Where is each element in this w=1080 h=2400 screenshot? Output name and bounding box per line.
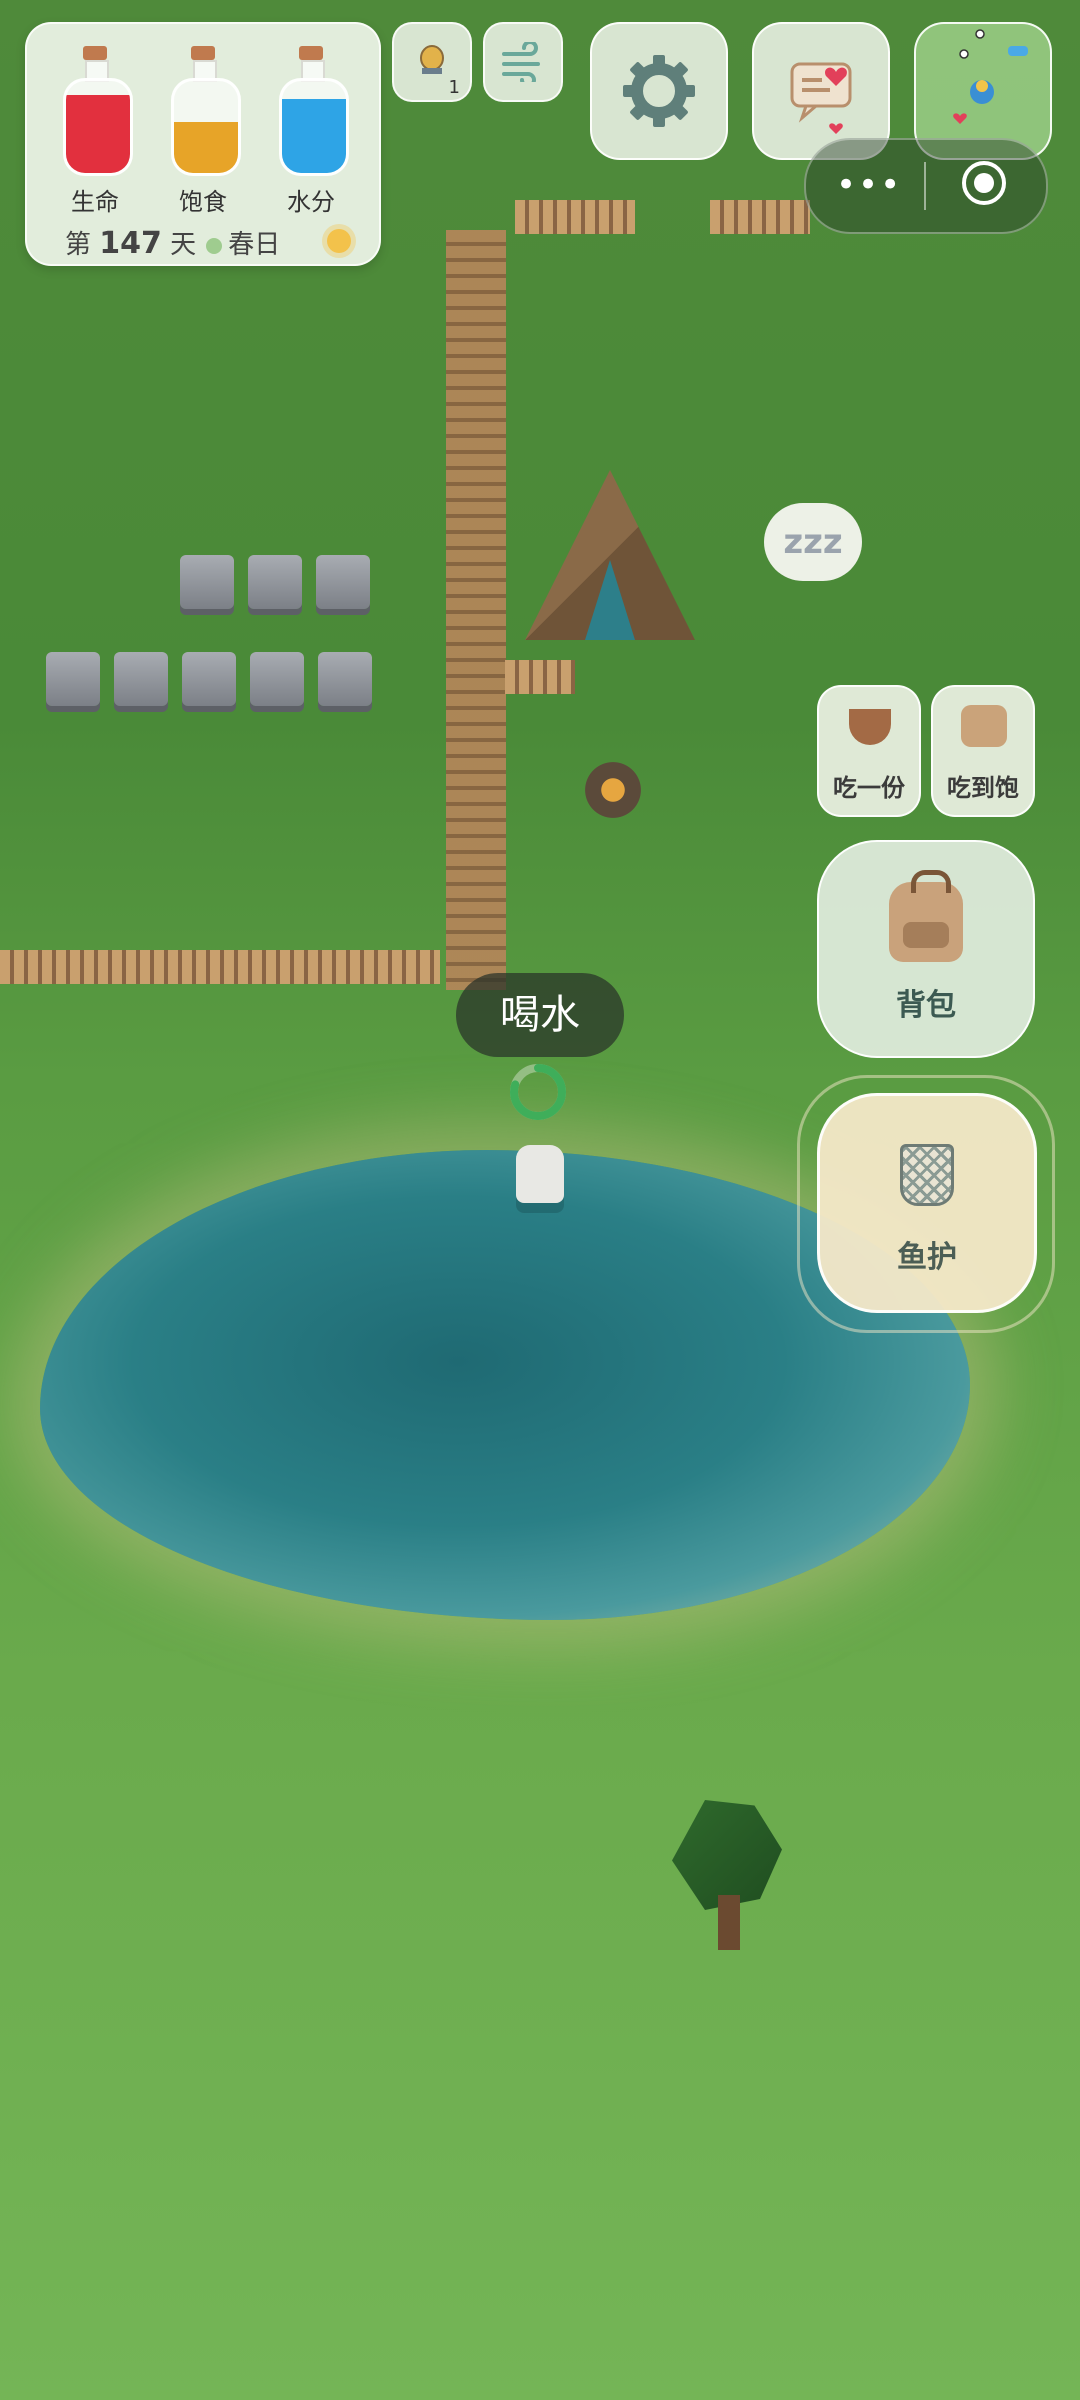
beehive-count: 1 [448, 77, 460, 98]
fish-basket-icon [900, 1144, 954, 1206]
sun-icon [327, 229, 351, 253]
mini-program-capsule: ••• [804, 138, 1048, 234]
tree[interactable] [672, 1800, 782, 1910]
wind-button[interactable] [483, 22, 563, 102]
crafting-station[interactable] [318, 652, 372, 706]
wind-icon [502, 42, 540, 82]
crafting-station[interactable] [114, 652, 168, 706]
eat-full-button[interactable]: 吃到饱 [931, 685, 1035, 817]
beehive-icon [420, 45, 444, 74]
health-label: 生命 [71, 188, 119, 216]
fence [505, 660, 575, 694]
season-label: 春日 [228, 230, 281, 260]
crafting-station[interactable] [316, 555, 370, 609]
food-bag-icon [961, 705, 1007, 747]
drink-prompt[interactable]: 喝水 [456, 973, 624, 1057]
player-character [516, 1145, 564, 1203]
water-fill [282, 99, 346, 173]
fence [515, 200, 635, 234]
backpack-button[interactable]: 背包 [817, 840, 1035, 1058]
action-progress-ring [510, 1064, 566, 1120]
hunger-bottle-icon [171, 46, 241, 176]
day-suffix: 天 [170, 230, 197, 260]
crafting-station[interactable] [180, 555, 234, 609]
sleep-bubble[interactable]: zzz [764, 503, 862, 581]
fish-guard-button[interactable]: 鱼护 [817, 1093, 1037, 1313]
health-bottle-icon [63, 46, 133, 176]
water-bottle-icon [279, 46, 349, 176]
more-menu-button[interactable]: ••• [836, 168, 902, 202]
settings-button[interactable] [590, 22, 728, 160]
tree-trunk [718, 1895, 740, 1950]
hunger-fill [174, 122, 238, 173]
capsule-divider [924, 162, 926, 210]
wooden-path [446, 230, 506, 990]
water-label: 水分 [287, 188, 335, 216]
hunger-label: 饱食 [179, 188, 227, 216]
target-icon[interactable] [962, 161, 1006, 205]
day-number: 147 [99, 226, 162, 261]
day-prefix: 第 [65, 230, 92, 260]
season-dot-icon [206, 237, 223, 254]
gear-icon [623, 55, 695, 127]
day-counter: 第 147 天 春日 [65, 224, 280, 261]
crafting-station[interactable] [250, 652, 304, 706]
fence [0, 950, 440, 984]
campfire[interactable] [578, 760, 648, 820]
crafting-station[interactable] [46, 652, 100, 706]
bowl-icon [849, 709, 891, 745]
status-panel: 生命 饱食 水分 第 147 天 春日 [25, 22, 381, 266]
crafting-station[interactable] [182, 652, 236, 706]
crafting-station[interactable] [248, 555, 302, 609]
backpack-icon [889, 870, 963, 962]
beehive-button[interactable]: 1 [392, 22, 472, 102]
health-fill [66, 94, 130, 173]
backpack-label: 背包 [896, 988, 956, 1023]
eat-one-button[interactable]: 吃一份 [817, 685, 921, 817]
fish-guard-label: 鱼护 [897, 1240, 957, 1275]
fence [710, 200, 810, 234]
eat-one-label: 吃一份 [833, 774, 905, 802]
eat-full-label: 吃到饱 [947, 774, 1019, 802]
